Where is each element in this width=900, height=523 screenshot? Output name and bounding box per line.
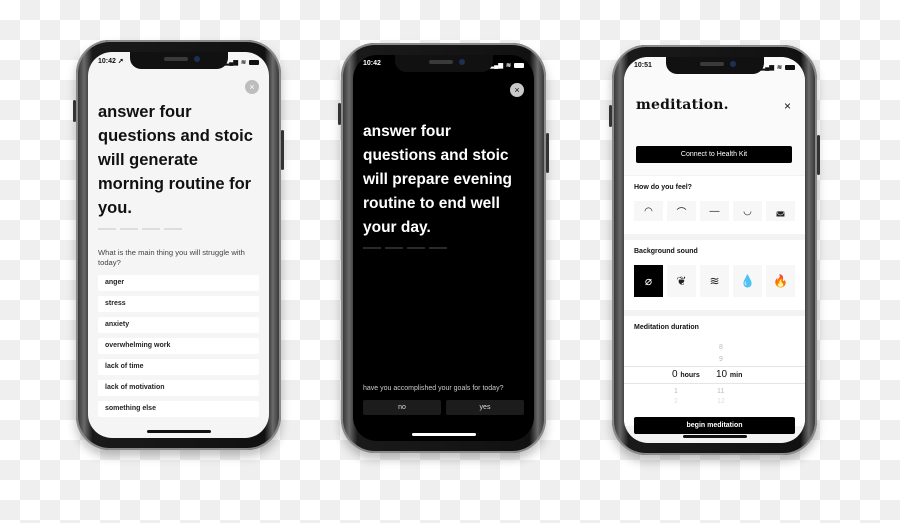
progress-dashes bbox=[363, 247, 447, 249]
battery-icon bbox=[249, 59, 259, 65]
close-icon[interactable]: × bbox=[784, 99, 791, 113]
minutes-unit: min bbox=[729, 372, 743, 379]
screen: 10:42 ▂▄▆ ≋ × answer four questions and s… bbox=[353, 55, 534, 441]
duration-section: Meditation duration 8 9 0 hours 10 min 1… bbox=[624, 316, 805, 426]
question-text: What is the main thing you will struggle… bbox=[98, 248, 245, 267]
progress-dashes bbox=[98, 228, 182, 230]
option-lack-of-time[interactable]: lack of time bbox=[98, 359, 259, 375]
notch bbox=[129, 52, 228, 69]
hours-value: 0 bbox=[672, 369, 678, 380]
mood-happy-icon[interactable]: ◡ bbox=[733, 201, 762, 221]
picker-minute-option[interactable]: 12 bbox=[717, 398, 725, 405]
feel-section: How do you feel? ◠ ⌒ — ◡ ◛ bbox=[624, 176, 805, 234]
home-indicator[interactable] bbox=[682, 435, 747, 438]
option-stress[interactable]: stress bbox=[98, 296, 259, 312]
home-indicator[interactable] bbox=[146, 430, 211, 433]
speaker bbox=[163, 57, 188, 61]
notch bbox=[394, 55, 493, 72]
picker-hour-option[interactable]: 1 bbox=[674, 388, 678, 395]
minutes-value: 10 bbox=[716, 369, 728, 380]
progress-dash bbox=[363, 247, 381, 249]
status-time: 10:51 bbox=[634, 62, 652, 69]
option-anger[interactable]: anger bbox=[98, 275, 259, 291]
no-sound-icon[interactable]: ⌀ bbox=[634, 265, 663, 297]
progress-dash bbox=[385, 247, 403, 249]
sound-section: Background sound ⌀ ❦ ≋ 💧 🔥 bbox=[624, 240, 805, 310]
begin-meditation-button[interactable]: begin meditation bbox=[634, 417, 795, 434]
progress-dash bbox=[164, 228, 182, 230]
hours-unit: hours bbox=[680, 372, 700, 379]
picker-hour-option[interactable]: 2 bbox=[674, 398, 678, 405]
picker-minute-option[interactable]: 9 bbox=[719, 356, 723, 363]
rain-drop-icon[interactable]: 💧 bbox=[733, 265, 762, 297]
progress-dash bbox=[429, 247, 447, 249]
mood-very-happy-icon[interactable]: ◛ bbox=[766, 201, 795, 221]
picker-hours-selected[interactable]: 0 hours bbox=[672, 369, 700, 380]
picker-divider bbox=[624, 366, 805, 367]
mood-very-sad-icon[interactable]: ◠ bbox=[634, 201, 663, 221]
picker-minute-option[interactable]: 11 bbox=[717, 388, 724, 395]
screen: 10:42 ➚ ▂▄▆ ≋ × answer four questions and… bbox=[88, 52, 269, 438]
answer-buttons: no yes bbox=[363, 400, 524, 415]
progress-dash bbox=[98, 228, 116, 230]
phone-meditation: 10:51 ▂▄▆ ≋ meditation. × Connect to Heal… bbox=[609, 45, 820, 455]
notch bbox=[665, 57, 764, 74]
yes-button[interactable]: yes bbox=[446, 400, 524, 415]
camera bbox=[729, 61, 736, 67]
picker-minute-option[interactable]: 8 bbox=[719, 344, 723, 351]
progress-dash bbox=[120, 228, 138, 230]
battery-icon bbox=[514, 62, 524, 68]
forest-leaf-icon[interactable]: ❦ bbox=[667, 265, 696, 297]
progress-dash bbox=[407, 247, 425, 249]
progress-dash bbox=[142, 228, 160, 230]
options-list: anger stress anxiety overwhelming work l… bbox=[98, 275, 259, 417]
headline: answer four questions and stoic will pre… bbox=[363, 123, 513, 236]
status-time: 10:42 ➚ bbox=[98, 58, 124, 65]
page-title: meditation. bbox=[636, 97, 729, 113]
camera bbox=[458, 59, 465, 65]
status-time: 10:42 bbox=[363, 60, 381, 67]
sound-label: Background sound bbox=[634, 248, 698, 255]
close-button[interactable]: × bbox=[245, 80, 259, 94]
screen: 10:51 ▂▄▆ ≋ meditation. × Connect to Heal… bbox=[624, 57, 805, 443]
picker-divider bbox=[624, 383, 805, 384]
speaker bbox=[699, 62, 724, 66]
no-button[interactable]: no bbox=[363, 400, 441, 415]
mood-sad-icon[interactable]: ⌒ bbox=[667, 201, 696, 221]
duration-label: Meditation duration bbox=[634, 324, 699, 331]
wifi-icon: ≋ bbox=[776, 64, 782, 71]
home-indicator[interactable] bbox=[411, 433, 476, 436]
connect-health-kit-button[interactable]: Connect to Health Kit bbox=[636, 146, 792, 163]
camera bbox=[193, 56, 200, 62]
campfire-icon[interactable]: 🔥 bbox=[766, 265, 795, 297]
headline: answer four questions and stoic will gen… bbox=[98, 103, 253, 217]
wifi-icon: ≋ bbox=[240, 59, 246, 66]
picker-minutes-selected[interactable]: 10 min bbox=[716, 369, 742, 380]
option-something-else[interactable]: something else bbox=[98, 401, 259, 417]
battery-icon bbox=[785, 64, 795, 70]
feel-label: How do you feel? bbox=[634, 184, 692, 191]
option-lack-of-motivation[interactable]: lack of motivation bbox=[98, 380, 259, 396]
mood-neutral-icon[interactable]: — bbox=[700, 201, 729, 221]
wifi-icon: ≋ bbox=[505, 62, 511, 69]
option-overwhelming-work[interactable]: overwhelming work bbox=[98, 338, 259, 354]
close-button[interactable]: × bbox=[510, 83, 524, 97]
phone-morning-routine: 10:42 ➚ ▂▄▆ ≋ × answer four questions and… bbox=[73, 40, 284, 450]
option-anxiety[interactable]: anxiety bbox=[98, 317, 259, 333]
question-text: have you accomplished your goals for tod… bbox=[363, 385, 504, 392]
phone-evening-routine: 10:42 ▂▄▆ ≋ × answer four questions and s… bbox=[338, 43, 549, 453]
wind-icon[interactable]: ≋ bbox=[700, 265, 729, 297]
speaker bbox=[428, 60, 453, 64]
